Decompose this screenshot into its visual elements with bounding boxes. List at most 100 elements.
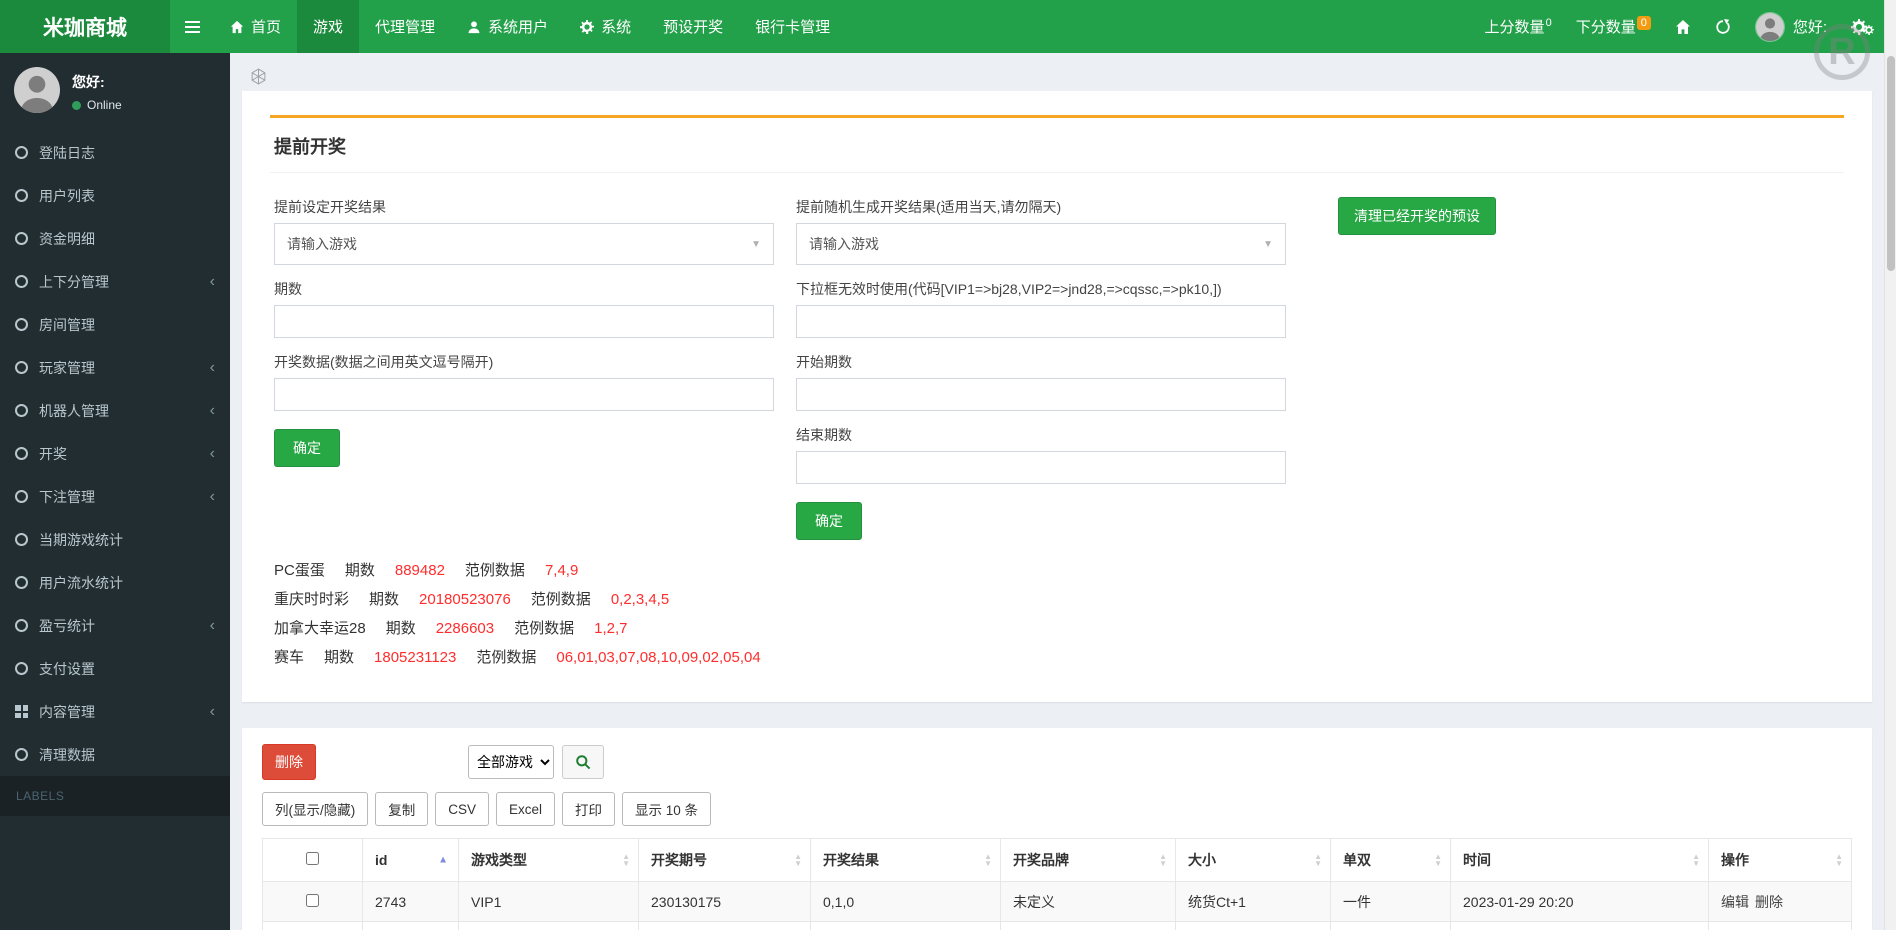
search-button[interactable] [562, 745, 604, 779]
column-header-actions[interactable]: 操作▲▼ [1709, 839, 1852, 882]
sidebar-item-lottery[interactable]: 开奖‹ [0, 432, 230, 475]
sidebar-item-login-logs[interactable]: 登陆日志 [0, 131, 230, 174]
delete-button[interactable]: 删除 [262, 744, 316, 780]
brand-logo[interactable]: 米珈商城 [0, 0, 170, 53]
column-header-result[interactable]: 开奖结果▲▼ [811, 839, 1001, 882]
down-score-link[interactable]: 下分数量0 [1576, 16, 1651, 37]
circle-icon [15, 146, 28, 159]
confirm-button-left[interactable]: 确定 [274, 429, 340, 467]
scrollbar-thumb[interactable] [1887, 56, 1895, 271]
sidebar-item-robot-management[interactable]: 机器人管理‹ [0, 389, 230, 432]
nav-item-bank-card-management[interactable]: 银行卡管理 [739, 0, 846, 53]
sidebar-greeting: 您好: [72, 67, 122, 92]
sidebar-item-current-game-stats[interactable]: 当期游戏统计 [0, 518, 230, 561]
sort-icon: ▲▼ [1159, 853, 1167, 867]
topbar-right: 上分数量0 下分数量0 您好: [1485, 0, 1896, 53]
sidebar-item-fund-details[interactable]: 资金明细 [0, 217, 230, 260]
end-issue-label: 结束期数 [796, 425, 1286, 445]
sidebar-item-user-list[interactable]: 用户列表 [0, 174, 230, 217]
start-issue-input[interactable] [796, 378, 1286, 411]
up-score-count: 0 [1546, 17, 1552, 29]
chevron-left-icon: ‹ [210, 274, 215, 290]
select-all-checkbox[interactable] [306, 852, 319, 865]
sidebar-item-content-management[interactable]: 内容管理‹ [0, 690, 230, 733]
greeting-text: 您好: [1793, 16, 1827, 37]
home-shortcut-icon[interactable] [1675, 19, 1691, 35]
set-result-label: 提前设定开奖结果 [274, 197, 774, 217]
fallback-code-label: 下拉框无效时使用(代码[VIP1=>bj28,VIP2=>jnd28,=>cqs… [796, 279, 1286, 299]
sidebar-item-clean-data[interactable]: 清理数据 [0, 733, 230, 776]
gear-icon [580, 20, 594, 34]
random-result-game-select[interactable]: 请输入游戏 ▼ [796, 223, 1286, 265]
circle-icon [15, 748, 28, 761]
example-line-pcdandan: PC蛋蛋期数889482范例数据7,4,9 [274, 556, 1840, 585]
lottery-data-input[interactable] [274, 378, 774, 411]
circle-icon [15, 533, 28, 546]
lottery-data-label: 开奖数据(数据之间用英文逗号隔开) [274, 352, 774, 372]
refresh-icon[interactable] [1715, 19, 1731, 35]
column-header-parity[interactable]: 单双▲▼ [1331, 839, 1451, 882]
settings-gears-icon[interactable] [1851, 19, 1874, 35]
sidebar-item-room-management[interactable]: 房间管理 [0, 303, 230, 346]
sidebar-item-score-management[interactable]: 上下分管理‹ [0, 260, 230, 303]
example-line-canada28: 加拿大幸运28期数2286603范例数据1,2,7 [274, 614, 1840, 643]
row-checkbox[interactable] [306, 894, 319, 907]
column-header-size[interactable]: 大小▲▼ [1176, 839, 1331, 882]
chevron-left-icon: ‹ [210, 360, 215, 376]
search-icon [575, 754, 591, 770]
home-icon [230, 20, 244, 34]
columns-toggle-button[interactable]: 列(显示/隐藏) [262, 792, 368, 826]
issue-input[interactable] [274, 305, 774, 338]
delete-link[interactable]: 删除 [1755, 894, 1783, 910]
grid-icon [15, 705, 28, 718]
random-result-label: 提前随机生成开奖结果(适用当天,请勿隔天) [796, 197, 1286, 217]
up-score-link[interactable]: 上分数量0 [1485, 16, 1552, 37]
nav-item-system[interactable]: 系统 [564, 0, 647, 53]
edit-link[interactable]: 编辑 [1721, 894, 1749, 910]
window-scrollbar[interactable] [1884, 0, 1896, 930]
sort-icon: ▲▼ [1434, 853, 1442, 867]
nav-item-system-users[interactable]: 系统用户 [451, 0, 564, 53]
print-button[interactable]: 打印 [562, 792, 615, 826]
circle-icon [15, 232, 28, 245]
table-row: 2744 VIP1 230130176 1,0,3 361 统货Ct+1 多件 … [263, 922, 1852, 930]
sort-icon: ▲▼ [984, 853, 992, 867]
circle-icon [15, 490, 28, 503]
excel-button[interactable]: Excel [496, 792, 555, 826]
column-header-id[interactable]: id▲ [363, 839, 459, 882]
nav-item-agent-management[interactable]: 代理管理 [359, 0, 451, 53]
column-header-brand[interactable]: 开奖品牌▲▼ [1001, 839, 1176, 882]
lottery-results-table: id▲ 游戏类型▲▼ 开奖期号▲▼ 开奖结果▲▼ 开奖品牌▲▼ 大小▲▼ 单双▲… [262, 838, 1852, 930]
hexagon-icon [250, 68, 267, 85]
column-header-time[interactable]: 时间▲▼ [1451, 839, 1709, 882]
column-header-game-type[interactable]: 游戏类型▲▼ [459, 839, 639, 882]
column-header-issue[interactable]: 开奖期号▲▼ [639, 839, 811, 882]
sidebar-item-profit-loss-stats[interactable]: 盈亏统计‹ [0, 604, 230, 647]
set-result-game-select[interactable]: 请输入游戏 ▼ [274, 223, 774, 265]
clear-preset-button[interactable]: 清理已经开奖的预设 [1338, 197, 1496, 235]
csv-button[interactable]: CSV [435, 792, 489, 826]
hamburger-icon [185, 21, 200, 33]
sidebar-item-bet-management[interactable]: 下注管理‹ [0, 475, 230, 518]
sidebar-item-payment-settings[interactable]: 支付设置 [0, 647, 230, 690]
confirm-button-right[interactable]: 确定 [796, 502, 862, 540]
lottery-table-box: 删除 全部游戏 列(显示/隐藏) 复制 CSV Excel 打印 显示 10 条 [242, 728, 1872, 930]
table-tools: 列(显示/隐藏) 复制 CSV Excel 打印 显示 10 条 [262, 792, 1852, 826]
user-icon [467, 20, 481, 34]
circle-icon [15, 404, 28, 417]
sidebar-item-user-flow-stats[interactable]: 用户流水统计 [0, 561, 230, 604]
page-length-button[interactable]: 显示 10 条 [622, 792, 711, 826]
copy-button[interactable]: 复制 [375, 792, 428, 826]
fallback-code-input[interactable] [796, 305, 1286, 338]
sidebar-toggle-button[interactable] [170, 0, 214, 53]
sidebar-item-player-management[interactable]: 玩家管理‹ [0, 346, 230, 389]
game-filter-select[interactable]: 全部游戏 [468, 745, 554, 779]
circle-icon [15, 318, 28, 331]
chevron-down-icon: ▼ [751, 239, 761, 250]
nav-item-preset-lottery[interactable]: 预设开奖 [647, 0, 739, 53]
end-issue-input[interactable] [796, 451, 1286, 484]
nav-item-games[interactable]: 游戏 [297, 0, 359, 53]
example-data-list: PC蛋蛋期数889482范例数据7,4,9 重庆时时彩期数20180523076… [270, 540, 1844, 682]
nav-item-home[interactable]: 首页 [214, 0, 297, 53]
user-menu[interactable]: 您好: [1755, 12, 1827, 42]
